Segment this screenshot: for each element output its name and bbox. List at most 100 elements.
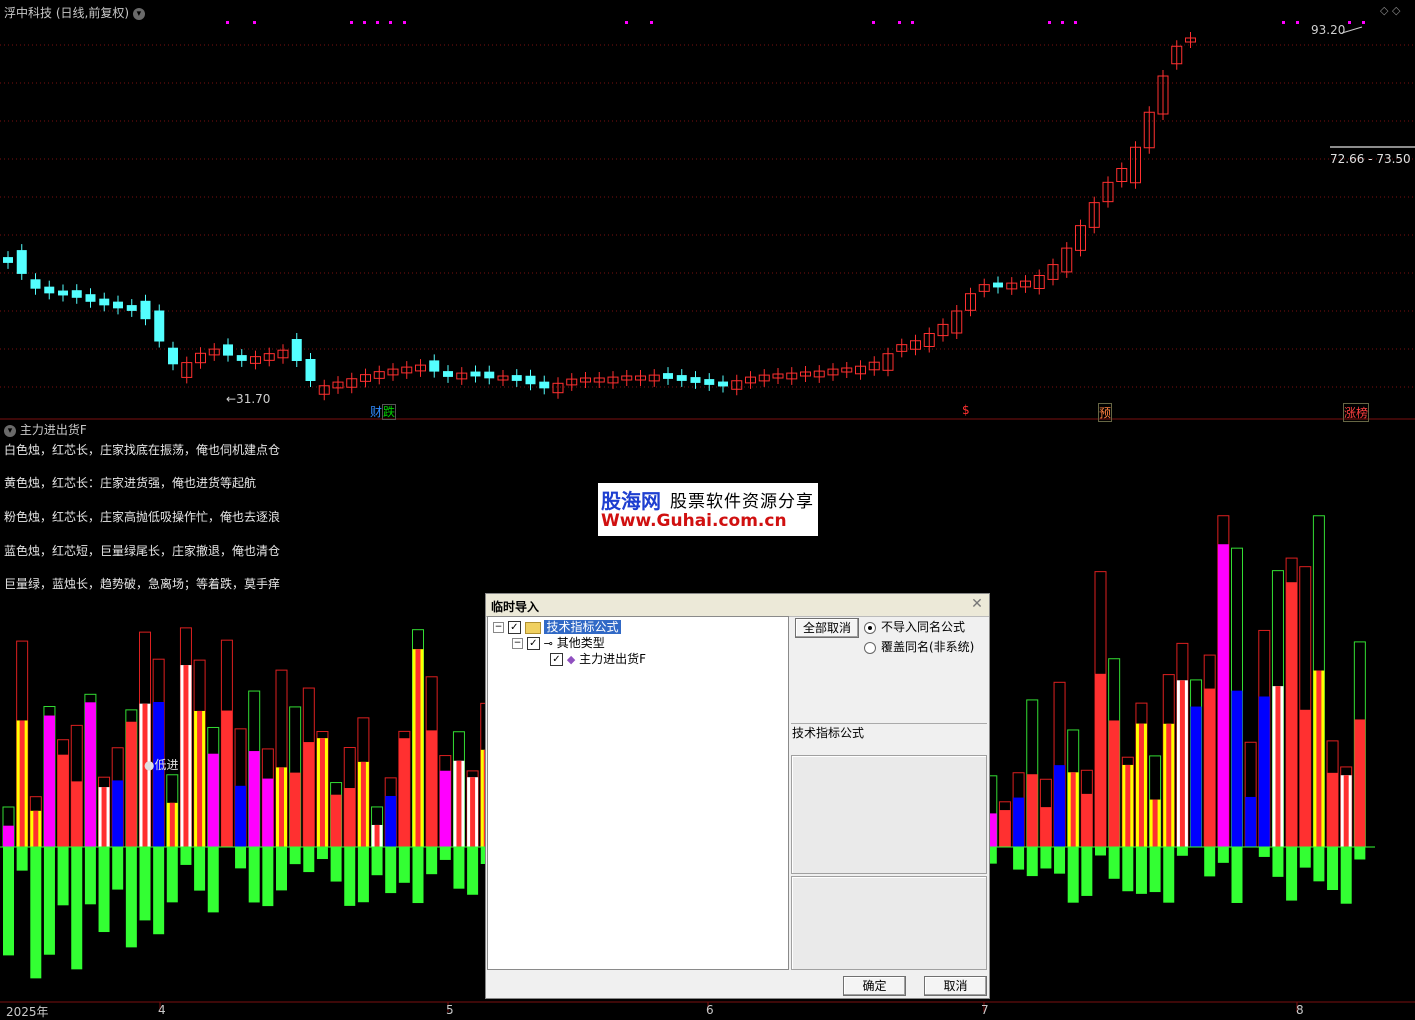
import-dialog: 临时导入 ✕ − ✓ 技术指标公式 − ✓ ⊸ 其他类型 ✓ ◆ 主力进出货F … xyxy=(485,593,990,999)
indicator-core-bar xyxy=(470,777,476,847)
volume-green-bar xyxy=(139,847,151,921)
low-price-label: ←31.70 xyxy=(226,392,271,406)
indicator-core-bar xyxy=(142,703,148,847)
indicator-core-bar xyxy=(169,802,175,847)
legend-line-white: 白色烛，红芯长，庄家找底在振荡，俺也伺机建点仓 xyxy=(4,443,281,457)
volume-green-bar xyxy=(194,847,206,891)
indicator-core-bar xyxy=(374,824,380,847)
indicator-core-bar xyxy=(1179,680,1185,847)
indicator-bar xyxy=(221,710,233,847)
axis-label-year: 2025年 xyxy=(6,1005,49,1019)
indicator-bar xyxy=(71,781,83,847)
child-checkbox[interactable]: ✓ xyxy=(526,637,540,650)
indicator-bar xyxy=(398,738,410,847)
candle-body xyxy=(16,250,27,274)
candle-body xyxy=(236,355,247,361)
candle-body xyxy=(539,381,550,389)
indicator-core-bar xyxy=(33,810,39,847)
legend-line-yellow: 黄色烛，红芯长：庄家进货强，俺也进货等起航 xyxy=(4,476,257,490)
candle-body xyxy=(525,375,536,385)
signal-dot xyxy=(1074,21,1077,24)
tree-node-leaf[interactable]: ✓ ◆ 主力进出货F xyxy=(550,651,646,667)
tree-node-root[interactable]: − ✓ 技术指标公式 xyxy=(493,619,621,635)
formula-tree[interactable]: − ✓ 技术指标公式 − ✓ ⊸ 其他类型 ✓ ◆ 主力进出货F xyxy=(487,616,789,970)
signal-dots xyxy=(226,21,1365,24)
indicator-bar xyxy=(125,721,137,847)
low-entry-signal-label: ●低进 xyxy=(144,758,179,772)
signal-dot xyxy=(1048,21,1051,24)
indicator-title-bar: ▾ 主力进出货F xyxy=(4,421,87,438)
candle-body xyxy=(30,279,41,289)
volume-green-bar xyxy=(1231,847,1243,903)
signal-dot xyxy=(253,21,256,24)
radio-indicator-off[interactable] xyxy=(864,641,876,654)
volume-green-bar xyxy=(1327,847,1339,891)
chevron-down-icon[interactable]: ▾ xyxy=(132,7,145,20)
indicator-bar xyxy=(262,778,274,847)
info-panel-upper xyxy=(791,755,987,874)
close-icon[interactable]: ✕ xyxy=(969,596,985,612)
volume-green-bar xyxy=(43,847,55,955)
volume-green-bar xyxy=(1217,847,1229,863)
marker-text: 跌 xyxy=(382,404,397,420)
volume-green-bar xyxy=(1272,847,1284,877)
volume-green-bar xyxy=(303,847,315,873)
indicator-core-bar xyxy=(456,760,462,847)
deselect-all-button[interactable]: 全部取消 xyxy=(795,618,859,638)
event-marker-dollar[interactable]: $ xyxy=(962,403,970,417)
signal-dot xyxy=(1362,21,1365,24)
formula-diamond-icon: ◆ xyxy=(566,653,576,666)
leaf-checkbox[interactable]: ✓ xyxy=(550,653,563,666)
cancel-button[interactable]: 取消 xyxy=(924,976,987,996)
volume-green-bar xyxy=(330,847,342,882)
ok-button[interactable]: 确定 xyxy=(843,976,906,996)
chevron-down-icon[interactable]: ▾ xyxy=(4,424,16,437)
volume-green-bar xyxy=(1163,847,1175,903)
volume-green-bar xyxy=(57,847,69,906)
indicator-core-bar xyxy=(1343,775,1349,847)
candlestick-series xyxy=(3,26,1363,401)
collapse-icon[interactable]: − xyxy=(493,622,504,633)
volume-green-bar xyxy=(1095,847,1106,856)
indicator-core-bar xyxy=(183,665,189,847)
candle-body xyxy=(168,347,178,365)
volume-green-bar xyxy=(344,847,356,906)
indicator-bar xyxy=(57,754,69,847)
price-range-label: 72.66 - 73.50 xyxy=(1330,152,1411,166)
indicator-bar xyxy=(1354,719,1366,847)
signal-dot xyxy=(376,21,379,24)
signal-dot xyxy=(363,21,366,24)
root-checkbox[interactable]: ✓ xyxy=(507,621,521,634)
event-marker-top-list[interactable]: 涨榜 xyxy=(1343,403,1370,422)
volume-green-bar xyxy=(262,847,274,907)
signal-dot xyxy=(350,21,353,24)
event-marker-forecast[interactable]: 预 xyxy=(1098,403,1113,422)
volume-green-bar xyxy=(439,847,451,860)
candle-body xyxy=(113,301,123,309)
indicator-core-bar xyxy=(101,787,107,847)
volume-green-bar xyxy=(1354,847,1366,860)
volume-green-bar xyxy=(1122,847,1134,892)
volume-green-bar xyxy=(426,847,438,875)
dialog-title-bar[interactable]: 临时导入 ✕ xyxy=(486,594,989,617)
radio-skip-same-name[interactable]: 不导入同名公式 xyxy=(864,618,965,635)
radio-overwrite-same-name[interactable]: 覆盖同名(非系统) xyxy=(864,638,974,655)
radio-indicator-on[interactable] xyxy=(864,621,876,634)
indicator-bar xyxy=(1190,706,1202,847)
volume-green-bar xyxy=(1204,847,1216,877)
candle-body xyxy=(126,305,137,311)
candle-body xyxy=(140,300,151,320)
volume-green-bar xyxy=(1299,847,1311,868)
volume-green-bar xyxy=(1286,847,1298,901)
chart-stage: 浮中科技 (日线,前复权) ▾ ◇ ◇ 93.20 ←31.70 72.66 -… xyxy=(0,0,1415,1019)
tree-node-child[interactable]: − ✓ ⊸ 其他类型 xyxy=(512,635,605,651)
marker-text: 财 xyxy=(370,405,383,419)
event-marker-finance[interactable]: 财跌 xyxy=(370,403,397,420)
signal-dot xyxy=(650,21,653,24)
nav-diamond-icons[interactable]: ◇ ◇ xyxy=(1380,4,1400,17)
indicator-bar xyxy=(1204,688,1216,847)
signal-dot xyxy=(403,21,406,24)
stock-title: 浮中科技 xyxy=(4,6,53,20)
collapse-icon[interactable]: − xyxy=(512,638,523,649)
volume-green-bar xyxy=(1013,847,1025,870)
